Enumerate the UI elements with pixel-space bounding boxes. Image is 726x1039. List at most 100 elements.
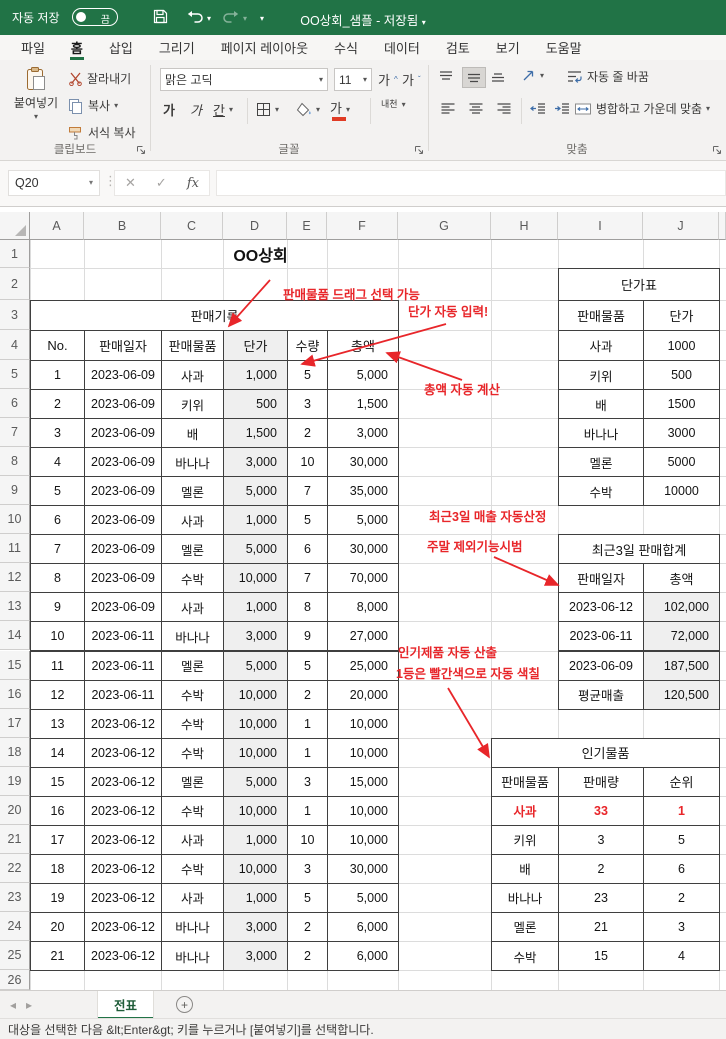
- increase-indent-button[interactable]: [554, 102, 570, 115]
- menu-tab-4[interactable]: 페이지 레이아웃: [208, 35, 321, 60]
- sales-cell-9-5[interactable]: 27,000: [327, 621, 399, 651]
- phonetic-button[interactable]: 내천 ▾: [381, 100, 406, 109]
- row-header-10[interactable]: 10: [0, 505, 30, 534]
- bold-button[interactable]: 가: [163, 100, 175, 119]
- row-header-9[interactable]: 9: [0, 476, 30, 505]
- popular-header-1[interactable]: 판매량: [558, 767, 644, 797]
- sales-cell-17-5[interactable]: 30,000: [327, 854, 399, 884]
- popular-cell-5-0[interactable]: 수박: [491, 941, 559, 971]
- menu-tab-9[interactable]: 도움말: [533, 35, 595, 60]
- sales-cell-20-3[interactable]: 3,000: [223, 941, 288, 971]
- sales-cell-1-5[interactable]: 1,500: [327, 389, 399, 419]
- sales-cell-4-0[interactable]: 5: [30, 476, 85, 506]
- popular-cell-2-0[interactable]: 배: [491, 854, 559, 884]
- font-dialog-launcher-icon[interactable]: [414, 145, 424, 155]
- row-header-15[interactable]: 15: [0, 651, 30, 680]
- menu-tab-5[interactable]: 수식: [321, 35, 371, 60]
- sales-cell-12-5[interactable]: 10,000: [327, 709, 399, 739]
- popular-cell-3-0[interactable]: 바나나: [491, 883, 559, 913]
- sales-cell-16-1[interactable]: 2023-06-12: [84, 825, 162, 855]
- sales-cell-2-4[interactable]: 2: [287, 418, 328, 448]
- sales-cell-6-3[interactable]: 5,000: [223, 534, 288, 564]
- sales-cell-6-4[interactable]: 6: [287, 534, 328, 564]
- sales-cell-7-3[interactable]: 10,000: [223, 563, 288, 593]
- row-header-19[interactable]: 19: [0, 767, 30, 796]
- sales-cell-14-1[interactable]: 2023-06-12: [84, 767, 162, 797]
- sales-cell-4-2[interactable]: 멜론: [161, 476, 224, 506]
- sales-header-1[interactable]: 판매일자: [84, 330, 162, 361]
- sheet-title-cell[interactable]: OO상회: [30, 240, 491, 268]
- popular-table-title[interactable]: 인기물품: [491, 738, 720, 768]
- row-header-8[interactable]: 8: [0, 447, 30, 476]
- sales-cell-2-2[interactable]: 배: [161, 418, 224, 448]
- decrease-indent-button[interactable]: [530, 102, 546, 115]
- sales-cell-4-4[interactable]: 7: [287, 476, 328, 506]
- sales-cell-13-5[interactable]: 10,000: [327, 738, 399, 768]
- popular-cell-4-2[interactable]: 3: [643, 912, 720, 942]
- sales-cell-1-4[interactable]: 3: [287, 389, 328, 419]
- price-cell-4-1[interactable]: 5000: [643, 447, 720, 477]
- column-header-I[interactable]: I: [558, 212, 643, 240]
- wrap-text-button[interactable]: 자동 줄 바꿈: [566, 68, 649, 85]
- cut-button[interactable]: 잘라내기: [68, 70, 131, 87]
- sales-cell-2-0[interactable]: 3: [30, 418, 85, 448]
- sales-cell-0-5[interactable]: 5,000: [327, 360, 399, 390]
- sales-cell-8-3[interactable]: 1,000: [223, 592, 288, 622]
- sales-cell-17-2[interactable]: 수박: [161, 854, 224, 884]
- sales-cell-12-3[interactable]: 10,000: [223, 709, 288, 739]
- sales-cell-17-4[interactable]: 3: [287, 854, 328, 884]
- sales-cell-1-2[interactable]: 키위: [161, 389, 224, 419]
- sales-cell-1-1[interactable]: 2023-06-09: [84, 389, 162, 419]
- sales-cell-13-4[interactable]: 1: [287, 738, 328, 768]
- popular-cell-1-2[interactable]: 5: [643, 825, 720, 855]
- price-cell-1-0[interactable]: 키위: [558, 360, 644, 390]
- sales-table-title[interactable]: 판매기록: [30, 300, 399, 331]
- column-header-B[interactable]: B: [84, 212, 161, 240]
- sales-cell-3-0[interactable]: 4: [30, 447, 85, 477]
- price-header-0[interactable]: 판매물품: [558, 300, 644, 331]
- sales-cell-15-0[interactable]: 16: [30, 796, 85, 826]
- italic-button[interactable]: 가: [190, 100, 202, 119]
- price-cell-4-0[interactable]: 멜론: [558, 447, 644, 477]
- name-box[interactable]: Q20 ▾: [8, 170, 100, 196]
- sales-cell-20-5[interactable]: 6,000: [327, 941, 399, 971]
- popular-cell-2-2[interactable]: 6: [643, 854, 720, 884]
- recent-cell-2-1[interactable]: 187,500: [643, 651, 720, 681]
- sales-cell-13-3[interactable]: 10,000: [223, 738, 288, 768]
- sales-cell-3-4[interactable]: 10: [287, 447, 328, 477]
- sales-cell-17-0[interactable]: 18: [30, 854, 85, 884]
- sales-cell-10-1[interactable]: 2023-06-11: [84, 651, 162, 681]
- sales-cell-18-2[interactable]: 사과: [161, 883, 224, 913]
- row-header-1[interactable]: 1: [0, 240, 30, 268]
- menu-tab-3[interactable]: 그리기: [146, 35, 208, 60]
- format-painter-button[interactable]: 서식 복사: [68, 124, 136, 141]
- fill-color-button[interactable]: ▾: [296, 102, 320, 117]
- sales-cell-3-1[interactable]: 2023-06-09: [84, 447, 162, 477]
- underline-button[interactable]: 간 ▾: [213, 100, 233, 119]
- row-header-4[interactable]: 4: [0, 330, 30, 360]
- sales-cell-20-0[interactable]: 21: [30, 941, 85, 971]
- sales-cell-13-0[interactable]: 14: [30, 738, 85, 768]
- price-table-title[interactable]: 단가표: [558, 268, 720, 301]
- sales-cell-0-2[interactable]: 사과: [161, 360, 224, 390]
- sales-cell-3-3[interactable]: 3,000: [223, 447, 288, 477]
- sales-cell-14-5[interactable]: 15,000: [327, 767, 399, 797]
- sales-cell-0-0[interactable]: 1: [30, 360, 85, 390]
- popular-cell-3-2[interactable]: 2: [643, 883, 720, 913]
- sales-cell-0-4[interactable]: 5: [287, 360, 328, 390]
- sales-cell-8-2[interactable]: 사과: [161, 592, 224, 622]
- merge-center-button[interactable]: 병합하고 가운데 맞춤 ▾: [574, 100, 710, 117]
- price-cell-3-0[interactable]: 바나나: [558, 418, 644, 448]
- popular-cell-2-1[interactable]: 2: [558, 854, 644, 884]
- column-header-D[interactable]: D: [223, 212, 287, 240]
- sales-cell-2-1[interactable]: 2023-06-09: [84, 418, 162, 448]
- grow-font-button[interactable]: 가^: [378, 70, 398, 89]
- align-left-button[interactable]: [440, 102, 456, 115]
- sales-cell-6-0[interactable]: 7: [30, 534, 85, 564]
- popular-cell-1-1[interactable]: 3: [558, 825, 644, 855]
- sales-cell-17-3[interactable]: 10,000: [223, 854, 288, 884]
- recent-header-0[interactable]: 판매일자: [558, 563, 644, 593]
- sales-cell-8-4[interactable]: 8: [287, 592, 328, 622]
- sales-cell-7-4[interactable]: 7: [287, 563, 328, 593]
- sales-cell-16-2[interactable]: 사과: [161, 825, 224, 855]
